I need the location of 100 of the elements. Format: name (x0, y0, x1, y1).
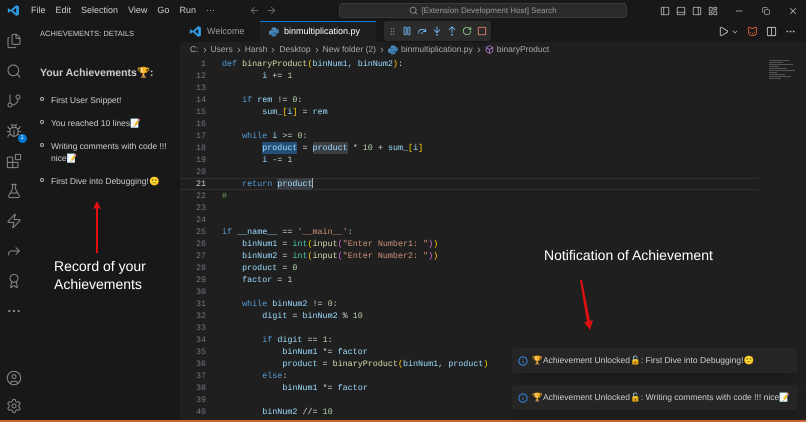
code-token: rem (312, 106, 328, 118)
line-number: 19 (194, 154, 206, 166)
menu-item[interactable]: View (124, 4, 152, 18)
code-token: binNum2 (242, 250, 278, 262)
line-number: 26 (194, 238, 206, 250)
step-out-icon[interactable] (447, 26, 457, 36)
flask-icon[interactable] (6, 183, 22, 199)
search-icon[interactable] (6, 63, 22, 79)
code-token: ( (338, 238, 343, 250)
files-icon[interactable] (6, 33, 22, 49)
step-over-icon[interactable] (417, 26, 427, 36)
run-icon[interactable] (718, 26, 729, 37)
search-field[interactable]: [Extension Development Host] Search (338, 3, 627, 18)
notification-message: 🏆Achievement Unlocked🔓: Writing comments with code !!! nice📝 (532, 391, 790, 404)
code-token: binNum1, binNum2 (312, 58, 393, 70)
arrow-up-icon (93, 200, 101, 253)
code-token: ) (392, 58, 398, 70)
restart-icon[interactable] (462, 26, 472, 36)
code-token: "Enter Number2: " (342, 250, 428, 262)
code-token: : (332, 298, 338, 310)
code-token: 1 (287, 274, 292, 286)
menu-item[interactable]: Run (175, 4, 200, 18)
breadcrumb-item[interactable]: binaryProduct (496, 43, 550, 56)
menu-item[interactable]: File (27, 4, 50, 18)
menu-item[interactable]: Selection (77, 4, 122, 18)
code-token: : (348, 226, 353, 238)
code-token: __name__ (237, 226, 278, 238)
search-placeholder: [Extension Development Host] Search (421, 4, 557, 16)
code-token: ] (418, 142, 424, 154)
lightning-icon[interactable] (6, 213, 22, 229)
panel-left-icon[interactable] (660, 6, 670, 16)
line-number: 35 (194, 346, 206, 358)
blocks-icon[interactable] (6, 153, 22, 169)
line-number: 21 (194, 178, 206, 190)
pause-icon[interactable] (402, 26, 412, 36)
code-token: : (297, 94, 302, 106)
layout-icon[interactable] (708, 6, 718, 16)
code-token: binNum1 (282, 346, 318, 358)
code-token: product (312, 142, 348, 154)
code-token: ) (428, 238, 434, 250)
code-token: : (328, 334, 333, 346)
code-token: : (398, 58, 403, 70)
panel-bottom-icon[interactable] (676, 6, 686, 16)
code-token: i (413, 142, 418, 154)
vscode-logo-icon (7, 4, 20, 17)
code-token: if (262, 334, 272, 346)
code-token: = (292, 310, 298, 322)
code-token: = (322, 358, 329, 370)
panel-right-icon[interactable] (692, 6, 702, 16)
branch-icon[interactable] (6, 93, 22, 109)
arrow-down-icon (578, 280, 594, 330)
cat-face-icon[interactable] (747, 26, 758, 37)
code-token: def (222, 58, 238, 70)
back-icon[interactable] (248, 5, 260, 16)
line-number: 32 (194, 310, 206, 322)
code-token: factor (338, 346, 368, 358)
code-token: sum_ (262, 106, 282, 118)
breadcrumb-item[interactable]: C: (190, 43, 198, 56)
minimap (769, 60, 795, 80)
line-number: 33 (194, 322, 206, 334)
editor-tab[interactable]: binmultiplication.py (260, 21, 376, 42)
code-token: "Enter Number1: " (342, 238, 428, 250)
code-token: product (282, 358, 318, 370)
forward-icon[interactable] (266, 5, 277, 16)
line-number: 23 (194, 202, 206, 214)
code-token: = (277, 274, 284, 286)
restore-icon[interactable] (762, 6, 770, 14)
code-token: * (352, 142, 359, 154)
menu-item[interactable]: Edit (52, 4, 76, 18)
breadcrumb-item[interactable]: binmultiplication.py (400, 43, 473, 56)
code-token: binNum2 (302, 310, 338, 322)
menu-item[interactable]: Go (153, 4, 174, 18)
stop-icon[interactable] (477, 26, 487, 36)
breadcrumb-item[interactable]: Desktop (279, 43, 311, 56)
code-token: product (242, 262, 278, 274)
close-icon[interactable] (788, 6, 798, 16)
code-token: != (312, 298, 324, 310)
settings-icon[interactable] (6, 398, 22, 414)
account-icon[interactable] (6, 370, 22, 386)
code-token: factor (242, 274, 272, 286)
grip-icon[interactable] (388, 26, 397, 36)
code-token: rem (257, 94, 272, 106)
menu-item[interactable]: ··· (202, 4, 219, 18)
info-icon (518, 392, 528, 402)
breadcrumb-item[interactable]: Users (210, 43, 233, 56)
code-token: i (287, 106, 292, 118)
step-into-icon[interactable] (432, 26, 442, 36)
code-token: if (242, 94, 252, 106)
code-token: [ (282, 106, 288, 118)
code-token: input (312, 238, 338, 250)
code-token: += (272, 70, 284, 82)
annotation-label: Notification of Achievement (544, 246, 713, 265)
bug-icon[interactable] (6, 123, 22, 139)
editor-tab[interactable]: Welcome (180, 21, 260, 42)
code-token: i (262, 154, 268, 166)
code-token: >= (282, 130, 294, 142)
split-editor-icon[interactable] (766, 26, 777, 37)
breadcrumb-item[interactable]: Harsh (244, 43, 268, 56)
breadcrumb-item[interactable]: New folder (2) (322, 43, 376, 56)
code-token: binaryProduct (242, 58, 308, 70)
